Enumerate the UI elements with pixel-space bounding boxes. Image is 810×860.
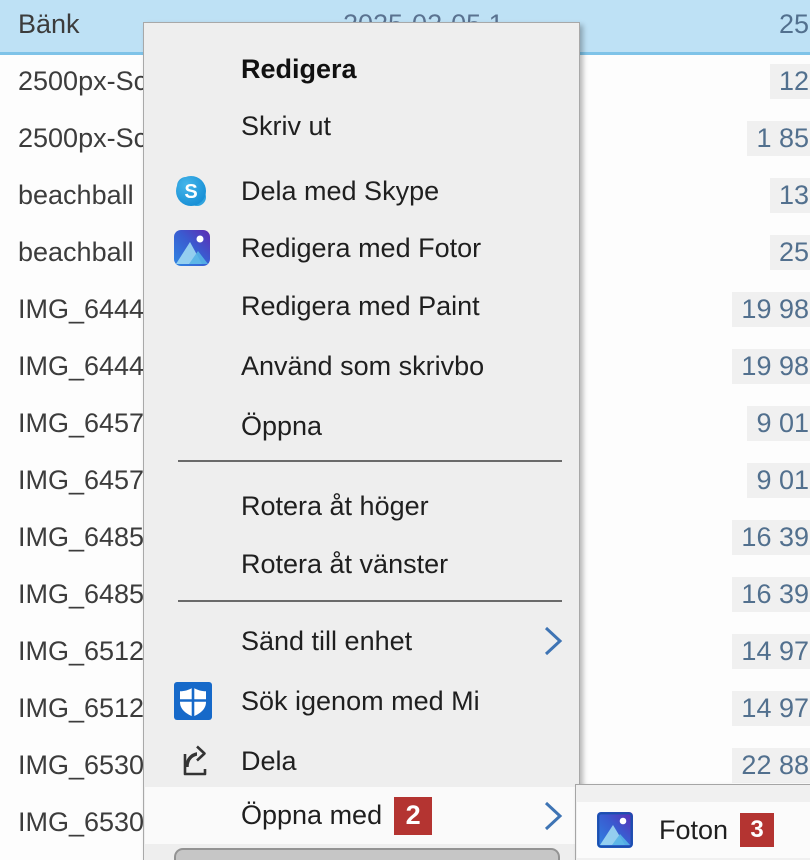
file-size: 25 <box>770 224 810 281</box>
menu-item-label: Sänd till enhet <box>241 626 412 657</box>
file-size: 19 98 <box>732 338 810 395</box>
submenu-item-foton[interactable]: Foton 3 <box>577 802 810 858</box>
photos-icon <box>597 812 633 848</box>
menu-item-sand-till-enhet[interactable]: Sänd till enhet <box>145 613 578 669</box>
file-size: 14 97 <box>732 680 810 737</box>
file-name[interactable]: 2500px-Sc <box>18 53 143 110</box>
menu-item-label: Rotera åt höger <box>241 491 429 522</box>
menu-item-label: Öppna med <box>241 800 382 831</box>
file-name[interactable]: IMG_6530 <box>18 794 143 851</box>
file-name[interactable]: IMG_6530 <box>18 737 143 794</box>
menu-item-anvand-som-skrivbordsunderlagg[interactable]: Använd som skrivbo <box>145 338 578 394</box>
menu-item-label: Redigera med Paint <box>241 291 480 322</box>
file-size: 9 01 <box>747 452 810 509</box>
file-name[interactable]: IMG_6457 <box>18 395 143 452</box>
next-menu-item-frame <box>174 848 560 860</box>
open-with-submenu: Foton 3 <box>575 784 810 860</box>
file-name[interactable]: IMG_6485 <box>18 509 143 566</box>
menu-item-label: Rotera åt vänster <box>241 549 448 580</box>
menu-item-rotera-at-hoger[interactable]: Rotera åt höger <box>145 478 578 534</box>
menu-item-oppna[interactable]: Öppna <box>145 398 578 454</box>
menu-item-rotera-at-vanster[interactable]: Rotera åt vänster <box>145 536 578 592</box>
menu-item-label: Redigera med Fotor <box>241 233 481 264</box>
file-size: 14 97 <box>732 623 810 680</box>
menu-item-label: Öppna <box>241 411 322 442</box>
menu-item-skriv-ut[interactable]: Skriv ut <box>145 98 578 154</box>
chevron-right-icon <box>542 800 564 832</box>
menu-item-dela[interactable]: Dela <box>145 733 578 789</box>
file-name[interactable]: IMG_6512 <box>18 680 143 737</box>
chevron-right-icon <box>542 625 564 657</box>
svg-text:S: S <box>184 181 197 203</box>
photos-icon <box>174 230 210 266</box>
file-name[interactable]: beachball <box>18 224 134 281</box>
file-name[interactable]: beachball <box>18 167 134 224</box>
file-name[interactable]: 2500px-Sc <box>18 110 143 167</box>
file-size: 25 <box>770 0 810 53</box>
explorer-file-list-view: Bänk 2500px-Sc 2500px-Sc beachball beach… <box>0 0 810 860</box>
menu-item-sok-igenom-med-microsoft-defender[interactable]: Sök igenom med Mi <box>145 673 578 729</box>
annotation-badge-3: 3 <box>740 813 774 847</box>
menu-item-label: Skriv ut <box>241 111 331 142</box>
file-name[interactable]: IMG_6512 <box>18 623 143 680</box>
file-size: 9 01 <box>747 395 810 452</box>
menu-item-label: Dela <box>241 746 297 777</box>
defender-shield-icon <box>174 682 212 720</box>
share-icon <box>174 741 214 781</box>
menu-item-dela-med-skype[interactable]: S Dela med Skype <box>145 163 578 219</box>
menu-item-label: Sök igenom med Mi <box>241 686 480 717</box>
file-size: 12 <box>770 53 810 110</box>
menu-separator <box>178 600 562 602</box>
menu-item-label: Använd som skrivbo <box>241 351 484 382</box>
skype-icon: S <box>174 174 208 208</box>
file-size: 19 98 <box>732 281 810 338</box>
submenu-item-label: Foton <box>659 815 728 846</box>
file-size: 16 39 <box>732 566 810 623</box>
file-size: 1 85 <box>747 110 810 167</box>
file-name[interactable]: IMG_6444 <box>18 281 143 338</box>
file-name[interactable]: IMG_6485 <box>18 566 143 623</box>
menu-item-oppna-med[interactable]: Öppna med 2 <box>145 787 578 844</box>
file-size: 13 <box>770 167 810 224</box>
menu-separator <box>178 460 562 462</box>
file-name[interactable]: Bänk <box>18 0 80 53</box>
annotation-badge-2: 2 <box>394 797 432 835</box>
menu-item-redigera-med-paint[interactable]: Redigera med Paint <box>145 278 578 334</box>
menu-item-redigera-med-fotor[interactable]: Redigera med Fotor <box>145 220 578 276</box>
menu-item-label: Redigera <box>241 54 357 85</box>
file-name[interactable]: IMG_6457 <box>18 452 143 509</box>
file-name[interactable]: IMG_6444 <box>18 338 143 395</box>
context-menu: Redigera Skriv ut S Dela med Skype <box>143 22 580 860</box>
menu-item-redigera[interactable]: Redigera <box>145 41 578 97</box>
menu-item-label: Dela med Skype <box>241 176 439 207</box>
file-size: 16 39 <box>732 509 810 566</box>
